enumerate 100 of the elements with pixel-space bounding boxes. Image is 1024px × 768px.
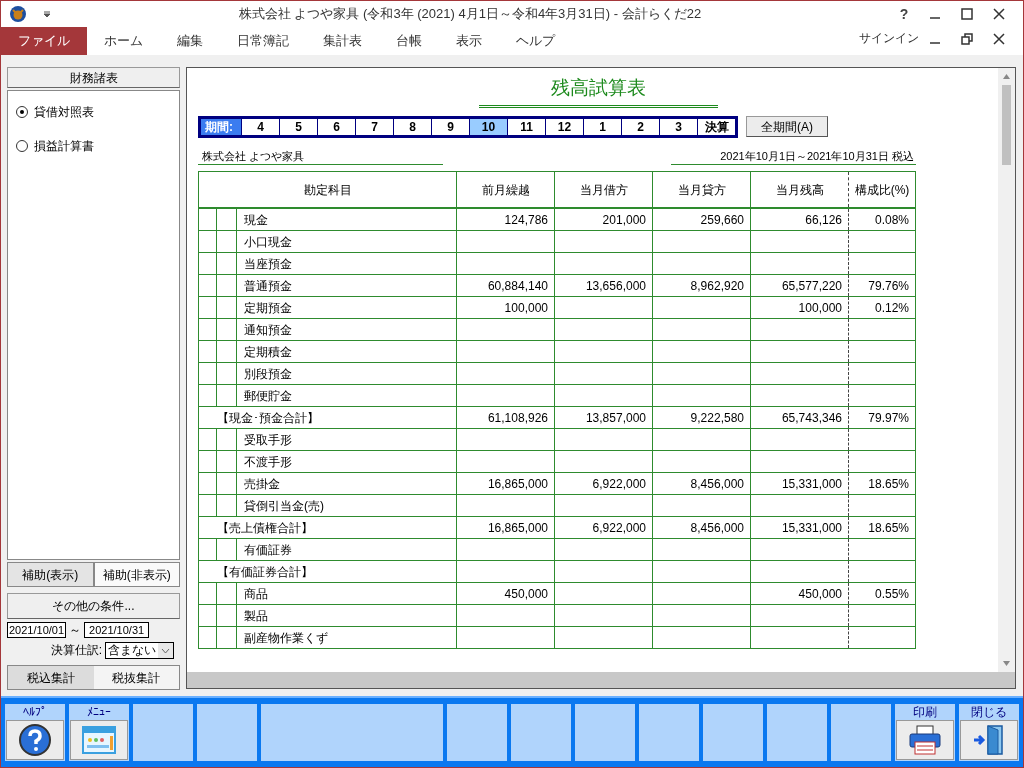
printer-icon: [908, 725, 942, 755]
dropdown-field[interactable]: 含まない: [105, 641, 174, 659]
period-tab[interactable]: 10: [470, 118, 507, 135]
period-tab[interactable]: 2: [622, 118, 659, 135]
app-logo-icon[interactable]: [9, 5, 27, 23]
table-cell: 13,857,000: [554, 407, 652, 428]
close-icon[interactable]: [993, 33, 1005, 45]
table-cell: 124,786: [456, 209, 554, 230]
table-cell: 9,222,580: [652, 407, 750, 428]
account-cell-text: 商品: [243, 585, 268, 603]
account-cell-text: 定期積金: [243, 343, 292, 361]
all-periods-button[interactable]: 全期間(A): [746, 116, 828, 137]
chevron-down-icon: [158, 642, 173, 658]
radio-button[interactable]: [16, 140, 28, 152]
tab[interactable]: 税込集計: [8, 666, 94, 689]
table-cell: 0.55%: [848, 583, 915, 604]
menu-tab[interactable]: 日常簿記: [220, 27, 306, 55]
scrollbar[interactable]: [998, 68, 1015, 672]
period-tab[interactable]: 5: [280, 118, 317, 135]
column-header: 勘定科目: [302, 181, 353, 199]
toolbar-slot: [767, 704, 827, 761]
account-cell-text: 当座預金: [243, 255, 292, 273]
closing-entries-label: 決算仕訳:: [50, 642, 102, 659]
table-cell: 100,000: [456, 297, 554, 318]
menu-tab[interactable]: 集計表: [306, 27, 379, 55]
table-cell: 8,962,920: [652, 275, 750, 296]
account-cell-text: 【売上債権合計】: [216, 519, 313, 537]
account-cell-text: 製品: [243, 607, 268, 625]
toolbar-slot: [511, 704, 571, 761]
table-cell: 0.12%: [848, 297, 915, 318]
toolbar-label: ﾒﾆｭｰ: [86, 704, 112, 720]
table-cell: 259,660: [652, 209, 750, 230]
period-tab[interactable]: 4: [242, 118, 279, 135]
sign-in-link[interactable]: サインイン: [859, 29, 919, 47]
account-cell-text: 売掛金: [243, 475, 280, 493]
radio-option[interactable]: 貸借対照表: [16, 103, 179, 121]
close-icon[interactable]: [993, 8, 1005, 20]
period-tab[interactable]: 7: [356, 118, 393, 135]
conditions-button[interactable]: その他の条件...: [7, 593, 180, 619]
period-tab[interactable]: 1: [584, 118, 621, 135]
table-cell: 18.65%: [848, 517, 915, 538]
period-tab[interactable]: 12: [546, 118, 583, 135]
table-cell: 79.76%: [848, 275, 915, 296]
period-tab[interactable]: 8: [394, 118, 431, 135]
radio-option[interactable]: 損益計算書: [16, 137, 179, 155]
tab[interactable]: 補助(非表示): [93, 562, 180, 587]
company-name: 株式会社 よつや家具: [198, 147, 443, 165]
period-tab[interactable]: 9: [432, 118, 469, 135]
account-cell-text: 通知預金: [243, 321, 292, 339]
date-field[interactable]: 2021/10/01: [7, 622, 67, 638]
column-header: 当月借方: [554, 172, 652, 207]
table-cell: 65,577,220: [750, 275, 848, 296]
toolbar-button[interactable]: [6, 720, 64, 760]
tab[interactable]: 税抜集計: [93, 666, 179, 689]
scroll-thumb[interactable]: [1002, 85, 1011, 165]
table-cell: 0.08%: [848, 209, 915, 230]
toolbar-slot: [639, 704, 699, 761]
menu-tab[interactable]: ホーム: [87, 27, 160, 55]
toolbar-slot: [703, 704, 763, 761]
table-cell: 61,108,926: [456, 407, 554, 428]
menu-tab[interactable]: 台帳: [379, 27, 439, 55]
toolbar-label: 閉じる: [970, 704, 1008, 720]
period-tab[interactable]: 決算: [698, 118, 735, 135]
date-range: 2021年10月1日～2021年10月31日 税込: [671, 147, 916, 165]
toolbar-slot: [447, 704, 507, 761]
account-cell-text: 【有価証券合計】: [216, 563, 313, 581]
table-cell: 8,456,000: [652, 473, 750, 494]
table-cell: 201,000: [554, 209, 652, 230]
table-cell: 13,656,000: [554, 275, 652, 296]
table-cell: 65,743,346: [750, 407, 848, 428]
column-header: 当月貸方: [652, 172, 750, 207]
help-button[interactable]: ?: [889, 3, 919, 25]
section-header: 財務諸表: [7, 67, 180, 88]
toolbar-button[interactable]: [896, 720, 954, 760]
date-field[interactable]: 2021/10/31: [84, 622, 150, 638]
account-cell-text: 普通預金: [243, 277, 292, 295]
period-tab[interactable]: 11: [508, 118, 545, 135]
restore-icon[interactable]: [961, 33, 973, 45]
menu-tab[interactable]: ヘルプ: [499, 27, 572, 55]
question-icon: [18, 723, 52, 757]
dropdown-icon[interactable]: [43, 10, 51, 18]
period-tab[interactable]: 6: [318, 118, 355, 135]
table-cell: 8,456,000: [652, 517, 750, 538]
window-title: 株式会社 よつや家具 (令和3年 (2021) 4月1日～令和4年3月31日) - 会計らくだ22: [237, 5, 703, 24]
menu-tab[interactable]: 編集: [160, 27, 220, 55]
menu-tab[interactable]: 表示: [439, 27, 499, 55]
period-tab[interactable]: 3: [660, 118, 697, 135]
maximize-icon[interactable]: [961, 8, 973, 20]
toolbar-slot: [133, 704, 193, 761]
menu-tab[interactable]: ファイル: [1, 27, 87, 55]
tab[interactable]: 補助(表示): [7, 562, 94, 587]
table-cell: 16,865,000: [456, 473, 554, 494]
account-cell-text: 副産物作業くず: [243, 629, 328, 647]
account-cell-text: 定期預金: [243, 299, 292, 317]
account-cell-text: 不渡手形: [243, 453, 292, 471]
account-cell-text: 有価証券: [243, 541, 292, 559]
table-cell: 15,331,000: [750, 517, 848, 538]
radio-button[interactable]: [16, 106, 28, 118]
table-cell: 79.97%: [848, 407, 915, 428]
account-cell-text: 【現金･預金合計】: [216, 409, 319, 427]
